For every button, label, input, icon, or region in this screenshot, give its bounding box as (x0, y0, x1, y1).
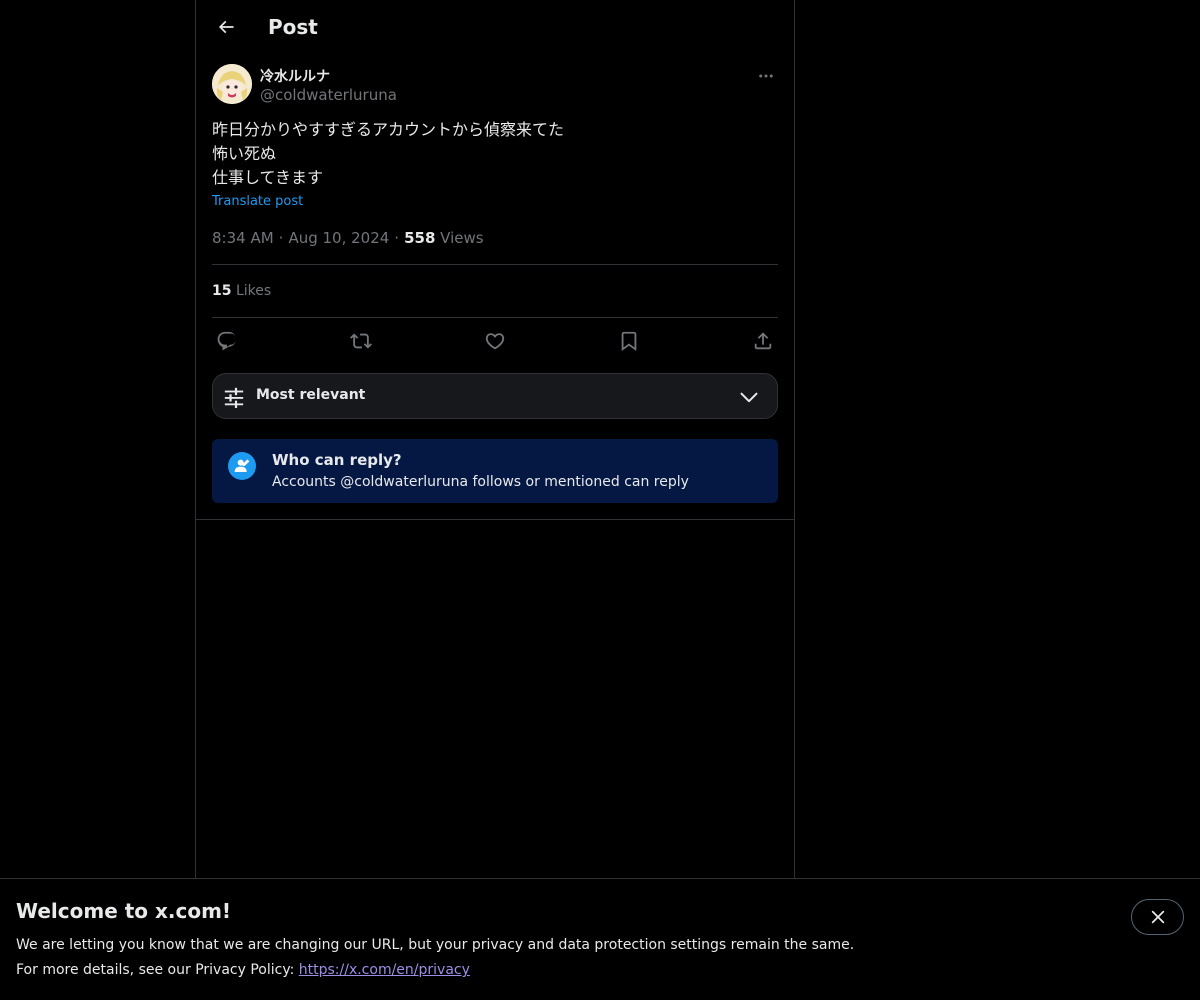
chevron-down-icon (740, 392, 758, 403)
author-name[interactable]: 冷水ルルナ (260, 66, 330, 86)
repost-icon (350, 333, 372, 349)
post-text-line: 怖い死ぬ (212, 144, 277, 163)
separator-dot: · (278, 229, 284, 247)
who-can-reply-title: Who can reply? (272, 451, 402, 469)
separator-dot: · (394, 229, 400, 247)
share-button[interactable] (748, 329, 778, 353)
translate-post-link[interactable]: Translate post (212, 194, 303, 209)
page-title: Post (268, 15, 318, 39)
views-label: Views (440, 229, 484, 247)
post-date[interactable]: Aug 10, 2024 (288, 229, 389, 247)
bookmark-icon (621, 331, 637, 352)
close-icon (1151, 910, 1164, 924)
reply-button[interactable] (212, 329, 242, 353)
header: Post (196, 0, 794, 54)
banner-privacy-line: For more details, see our Privacy Policy… (16, 962, 470, 978)
welcome-banner: Welcome to x.com! We are letting you kno… (0, 878, 1200, 1000)
heart-icon (485, 333, 505, 350)
post-text-line: 昨日分かりやすすぎるアカウントから偵察来てた (212, 120, 565, 139)
divider (212, 317, 778, 318)
arrow-left-icon (218, 20, 234, 34)
repost-button[interactable] (346, 329, 376, 353)
divider (196, 519, 794, 520)
bookmark-button[interactable] (614, 329, 644, 353)
author-handle[interactable]: @coldwaterluruna (260, 86, 397, 104)
close-banner-button[interactable] (1131, 899, 1184, 935)
likes-count: 15 (212, 283, 232, 299)
post-time[interactable]: 8:34 AM (212, 229, 274, 247)
banner-title: Welcome to x.com! (16, 899, 232, 923)
action-bar (212, 329, 778, 353)
views-count: 558 (404, 229, 436, 247)
post-text-line: 仕事してきます (212, 168, 324, 187)
avatar-image (212, 64, 252, 104)
share-icon (754, 332, 772, 350)
sliders-icon (224, 387, 244, 408)
like-button[interactable] (480, 329, 510, 353)
divider (212, 264, 778, 265)
banner-privacy-prefix: For more details, see our Privacy Policy… (16, 962, 299, 978)
avatar[interactable] (212, 64, 252, 104)
sort-replies-dropdown[interactable]: Most relevant (212, 373, 778, 419)
sort-label: Most relevant (256, 387, 366, 403)
more-horizontal-icon (759, 74, 773, 78)
likes-label: Likes (235, 283, 272, 299)
who-can-reply-description: Accounts @coldwaterluruna follows or men… (272, 474, 689, 490)
main-column: Post 冷水ルルナ @coldwaterluruna 昨日分かりやすすぎるアカ… (195, 0, 795, 880)
privacy-policy-link[interactable]: https://x.com/en/privacy (299, 962, 470, 978)
back-button[interactable] (208, 9, 244, 45)
reply-icon (217, 331, 236, 351)
post-meta: 8:34 AM · Aug 10, 2024 · 558 Views (212, 229, 484, 247)
who-can-reply-notice: Who can reply? Accounts @coldwaterluruna… (212, 439, 778, 503)
person-icon (234, 459, 250, 472)
post-text: 昨日分かりやすすぎるアカウントから偵察来てた 怖い死ぬ 仕事してきます (212, 118, 564, 190)
likes-link[interactable]: 15 Likes (212, 283, 271, 299)
banner-message: We are letting you know that we are chan… (16, 937, 855, 953)
more-options-button[interactable] (754, 64, 778, 88)
mention-person-icon (228, 452, 256, 480)
